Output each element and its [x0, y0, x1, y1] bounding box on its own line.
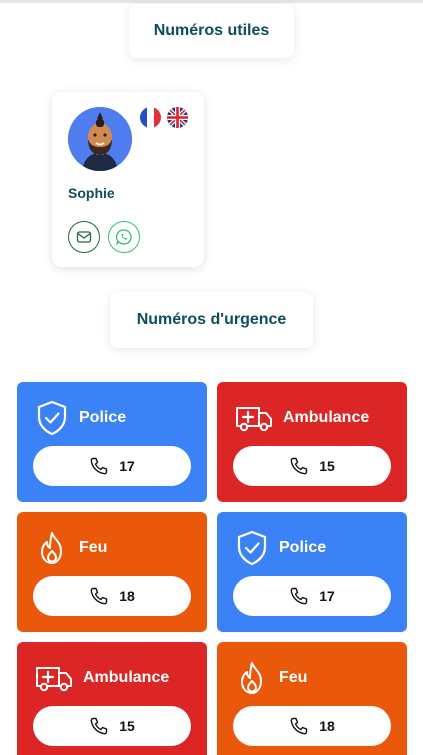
phone-number: 17	[119, 458, 135, 474]
flame-icon	[41, 532, 62, 564]
emergency-numbers-title: Numéros d'urgence	[110, 292, 313, 348]
avatar	[68, 107, 132, 171]
mail-icon	[76, 231, 92, 243]
phone-number: 15	[119, 718, 135, 734]
avatar-illustration	[68, 107, 132, 171]
phone-icon	[290, 587, 308, 605]
whatsapp-icon	[115, 229, 132, 246]
emergency-tile-fire[interactable]: Feu 18	[217, 642, 407, 755]
contact-card[interactable]: Sophie	[52, 92, 204, 267]
emergency-tile-ambulance[interactable]: Ambulance 15	[17, 642, 207, 755]
phone-number: 18	[119, 588, 135, 604]
emergency-tile-police[interactable]: Police 17	[17, 382, 207, 502]
ambulance-icon	[36, 667, 72, 692]
contact-name: Sophie	[68, 185, 115, 201]
tile-label: Feu	[79, 539, 108, 556]
call-button[interactable]: 17	[33, 446, 191, 486]
tile-label: Police	[279, 539, 327, 556]
call-button[interactable]: 17	[233, 576, 391, 616]
emergency-numbers-title-text: Numéros d'urgence	[136, 311, 287, 328]
emergency-tile-ambulance[interactable]: Ambulance 15	[217, 382, 407, 502]
emergency-tile-fire[interactable]: Feu 18	[17, 512, 207, 632]
phone-number: 18	[319, 718, 335, 734]
phone-icon	[290, 717, 308, 735]
emergency-tile-police[interactable]: Police 17	[217, 512, 407, 632]
fr-flag-icon[interactable]	[140, 107, 161, 128]
phone-number: 15	[319, 458, 335, 474]
call-button[interactable]: 15	[233, 446, 391, 486]
tile-label: Police	[79, 409, 127, 426]
useful-numbers-title: Numéros utiles	[129, 4, 294, 58]
flame-icon	[241, 662, 262, 694]
call-button[interactable]: 18	[33, 576, 191, 616]
phone-icon	[90, 717, 108, 735]
useful-numbers-title-text: Numéros utiles	[153, 22, 270, 39]
phone-icon	[90, 587, 108, 605]
phone-number: 17	[319, 588, 335, 604]
call-button[interactable]: 15	[33, 706, 191, 746]
top-divider	[0, 0, 423, 3]
call-button[interactable]: 18	[233, 706, 391, 746]
shield-check-icon	[237, 530, 267, 566]
phone-icon	[90, 457, 108, 475]
shield-check-icon	[37, 400, 67, 436]
ambulance-icon	[236, 407, 272, 432]
email-button[interactable]	[68, 221, 100, 253]
whatsapp-button[interactable]	[108, 221, 140, 253]
uk-flag-icon[interactable]	[167, 107, 188, 128]
tile-label: Feu	[279, 669, 308, 686]
tile-label: Ambulance	[83, 669, 170, 686]
phone-icon	[290, 457, 308, 475]
tile-label: Ambulance	[283, 409, 370, 426]
